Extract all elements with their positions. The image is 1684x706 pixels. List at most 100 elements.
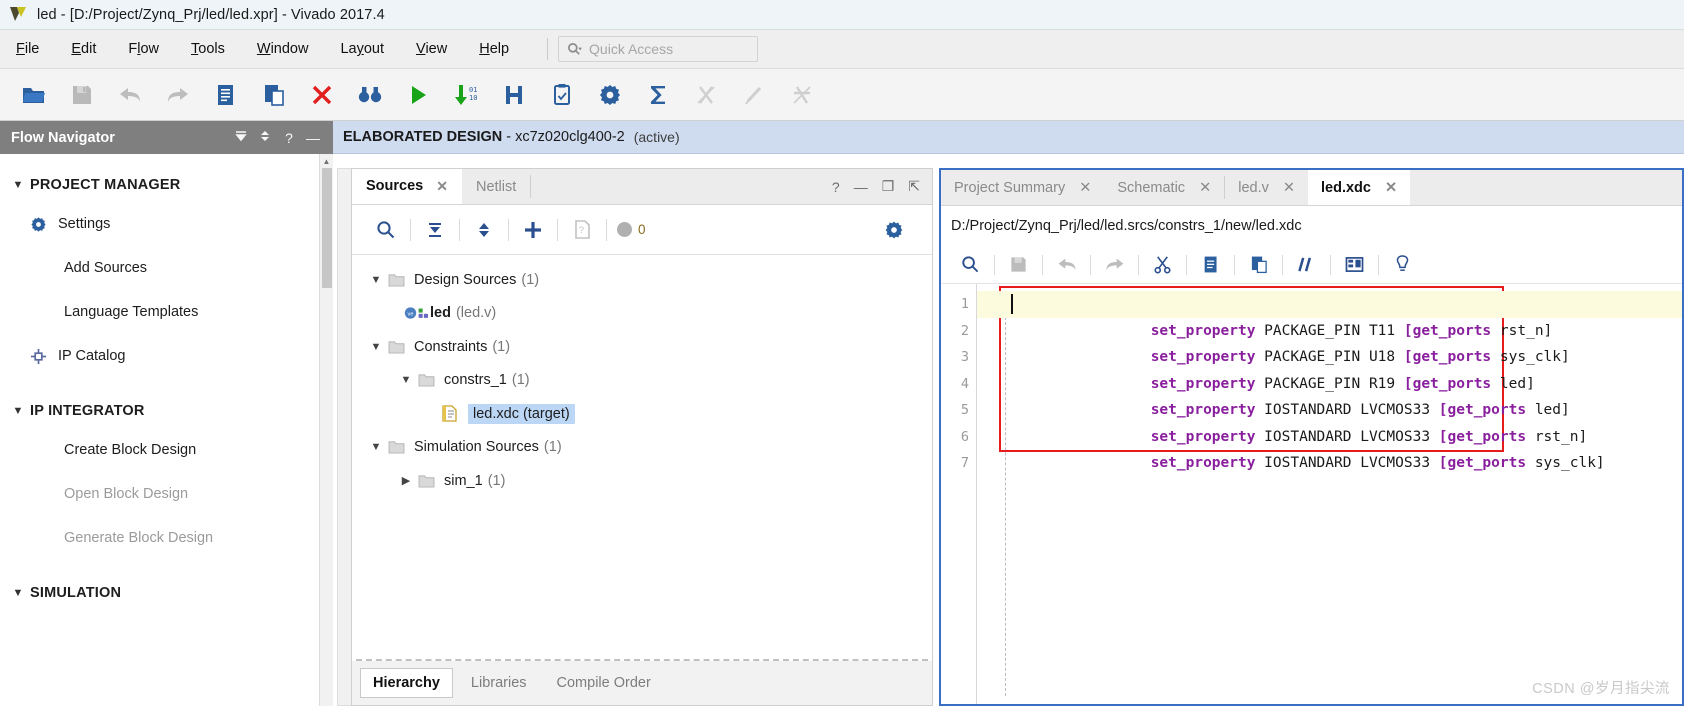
menu-help[interactable]: Help	[463, 41, 525, 57]
tree-row[interactable]: ▼ constrs_1 (1)	[358, 364, 932, 398]
disabled-tool-a-icon[interactable]	[682, 75, 730, 115]
tab-libraries[interactable]: Libraries	[459, 669, 539, 697]
chevron-down-icon[interactable]: ▼	[394, 374, 418, 386]
columns-icon[interactable]	[1331, 249, 1378, 281]
close-icon[interactable]	[298, 75, 346, 115]
tree-row[interactable]: led.xdc (target)	[358, 397, 932, 431]
tab-hierarchy[interactable]: Hierarchy	[360, 668, 453, 698]
undo-icon[interactable]	[1043, 249, 1090, 281]
close-icon[interactable]: ✕	[1199, 180, 1211, 196]
close-icon[interactable]: ✕	[436, 178, 448, 195]
tree-row[interactable]: ▼ Simulation Sources (1)	[358, 431, 932, 465]
close-icon[interactable]: ✕	[1283, 180, 1295, 196]
save-icon[interactable]	[58, 75, 106, 115]
help-question-icon[interactable]: ?	[277, 130, 301, 146]
copy-icon[interactable]	[202, 75, 250, 115]
expand-collapse-icon[interactable]	[253, 129, 277, 146]
float-window-icon[interactable]: ⇱	[908, 178, 920, 195]
flow-nav-item-settings[interactable]: Settings	[0, 202, 333, 246]
copy-icon[interactable]	[1187, 249, 1234, 281]
flow-nav-section-project-manager[interactable]: ▼ PROJECT MANAGER	[0, 168, 333, 202]
flow-nav-item-open-block-design[interactable]: Open Block Design	[0, 472, 333, 516]
disabled-tool-b-icon[interactable]	[730, 75, 778, 115]
chevron-down-icon[interactable]: ▼	[364, 274, 388, 286]
scrollbar-thumb[interactable]	[322, 168, 332, 288]
collapse-all-icon[interactable]	[229, 129, 253, 146]
tab-schematic[interactable]: Schematic ✕	[1104, 170, 1224, 205]
tree-row[interactable]: ve led (led.v)	[358, 297, 932, 331]
minimize-icon[interactable]: —	[854, 179, 868, 195]
chevron-down-icon[interactable]: ▼	[364, 341, 388, 353]
close-icon[interactable]: ✕	[1079, 180, 1091, 196]
collapse-all-icon[interactable]	[411, 212, 459, 248]
menu-window[interactable]: Window	[241, 41, 325, 57]
run-icon[interactable]	[394, 75, 442, 115]
code-line[interactable]: set_property PACKAGE_PIN R19 [get_ports …	[977, 344, 1682, 392]
code-line[interactable]: set_property IOSTANDARD LVCMOS33 [get_po…	[977, 424, 1682, 471]
tab-project-summary[interactable]: Project Summary ✕	[941, 170, 1104, 205]
scroll-up-icon[interactable]: ▲	[320, 154, 333, 168]
tab-led-v[interactable]: led.v ✕	[1225, 170, 1308, 205]
tab-led-xdc[interactable]: led.xdc ✕	[1308, 170, 1411, 205]
maximize-icon[interactable]: ❐	[882, 178, 895, 195]
flow-nav-item-generate-block-design[interactable]: Generate Block Design	[0, 516, 333, 560]
sources-left-scrollbar[interactable]	[337, 168, 351, 706]
menu-file[interactable]: File	[0, 41, 55, 57]
flow-nav-item-create-block-design[interactable]: Create Block Design	[0, 428, 333, 472]
flow-navigator-scrollbar[interactable]: ▲	[319, 154, 333, 706]
disabled-tool-c-icon[interactable]	[778, 75, 826, 115]
sigma-icon[interactable]	[634, 75, 682, 115]
chevron-down-icon[interactable]: ▼	[364, 441, 388, 453]
code-line[interactable]: set_property IOSTANDARD LVCMOS33 [get_po…	[977, 371, 1682, 418]
settings-gear-icon[interactable]	[870, 212, 918, 248]
search-icon[interactable]	[362, 212, 410, 248]
tree-row[interactable]: ▶ sim_1 (1)	[358, 464, 932, 498]
tab-compile-order[interactable]: Compile Order	[545, 669, 663, 697]
report-file-icon[interactable]: ?	[558, 212, 606, 248]
binoculars-icon[interactable]	[346, 75, 394, 115]
quick-access-box[interactable]: Quick Access	[558, 36, 759, 62]
code-editor[interactable]: 1 2 3 4 5 6 7 set_property PACKAGE_PIN T…	[941, 284, 1682, 704]
tree-row[interactable]: ▼ Constraints (1)	[358, 330, 932, 364]
menu-tools[interactable]: Tools	[175, 41, 241, 57]
chevron-right-icon[interactable]: ▶	[394, 474, 418, 487]
implement-icon[interactable]	[490, 75, 538, 115]
open-project-icon[interactable]	[10, 75, 58, 115]
tab-sources[interactable]: Sources ✕	[352, 169, 462, 204]
code-line[interactable]: set_property PACKAGE_PIN T11 [get_ports …	[977, 291, 1682, 339]
help-question-icon[interactable]: ?	[832, 179, 840, 195]
paste-icon[interactable]	[1235, 249, 1282, 281]
code-text-area[interactable]: set_property PACKAGE_PIN T11 [get_ports …	[977, 284, 1682, 704]
flow-nav-section-ip-integrator[interactable]: ▼ IP INTEGRATOR	[0, 394, 333, 428]
undo-icon[interactable]	[106, 75, 154, 115]
code-line[interactable]: set_property PACKAGE_PIN U18 [get_ports …	[977, 318, 1682, 365]
redo-icon[interactable]	[154, 75, 202, 115]
menu-view[interactable]: View	[400, 41, 463, 57]
flow-nav-section-simulation[interactable]: ▼ SIMULATION	[0, 576, 333, 610]
tab-netlist[interactable]: Netlist	[462, 169, 530, 204]
paste-icon[interactable]	[250, 75, 298, 115]
menu-edit[interactable]: Edit	[55, 41, 112, 57]
tree-row[interactable]: ▼ Design Sources (1)	[358, 263, 932, 297]
status-badge[interactable]: 0	[607, 222, 646, 237]
flow-nav-item-add-sources[interactable]: Add Sources	[0, 246, 333, 290]
menu-layout[interactable]: Layout	[324, 41, 400, 57]
report-icon[interactable]	[538, 75, 586, 115]
minimize-icon[interactable]: —	[301, 130, 325, 146]
search-icon[interactable]	[947, 249, 994, 281]
menu-flow[interactable]: Flow	[112, 41, 175, 57]
add-sources-icon[interactable]	[509, 212, 557, 248]
bulb-icon[interactable]	[1379, 249, 1426, 281]
expand-all-icon[interactable]	[460, 212, 508, 248]
save-icon[interactable]	[995, 249, 1042, 281]
settings-gear-icon[interactable]	[586, 75, 634, 115]
code-line[interactable]	[977, 450, 1682, 477]
redo-icon[interactable]	[1091, 249, 1138, 281]
flow-nav-item-ip-catalog[interactable]: IP Catalog	[0, 334, 333, 378]
close-icon[interactable]: ✕	[1385, 180, 1397, 196]
cut-scissors-icon[interactable]	[1139, 249, 1186, 281]
flow-nav-item-language-templates[interactable]: Language Templates	[0, 290, 333, 334]
code-line[interactable]: set_property IOSTANDARD LVCMOS33 [get_po…	[977, 397, 1682, 445]
comment-icon[interactable]	[1283, 249, 1330, 281]
program-device-icon[interactable]: 01 10	[442, 75, 490, 115]
